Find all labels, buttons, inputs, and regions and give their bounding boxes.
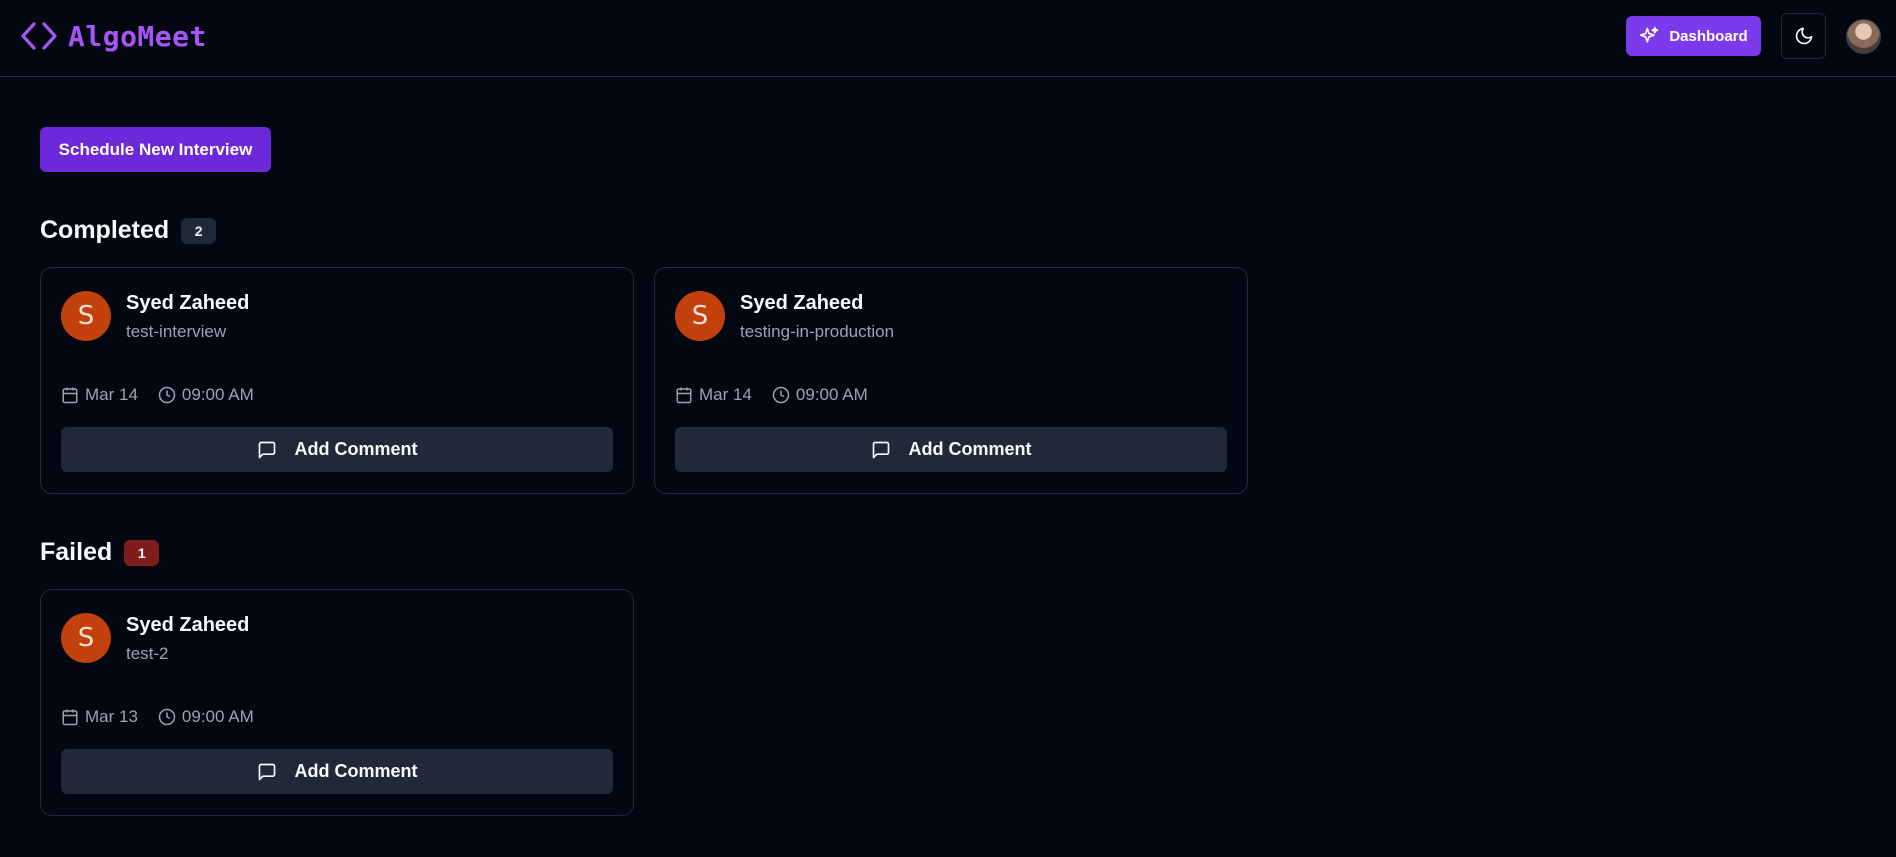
add-comment-label: Add Comment bbox=[294, 439, 418, 459]
candidate-name: Syed Zaheed bbox=[126, 614, 250, 636]
interview-time: 09:00 AM bbox=[795, 385, 868, 404]
interview-time: 09:00 AM bbox=[181, 707, 254, 726]
interview-meta: Mar 13 09:00 AM bbox=[61, 707, 254, 727]
count-badge: 1 bbox=[124, 539, 160, 566]
calendar-icon bbox=[61, 708, 79, 726]
brand-name: AlgoMeet bbox=[68, 19, 207, 53]
candidate-name: Syed Zaheed bbox=[740, 292, 864, 314]
add-comment-label: Add Comment bbox=[908, 439, 1032, 459]
candidate-avatar: S bbox=[61, 613, 111, 663]
candidate-name: Syed Zaheed bbox=[126, 292, 250, 314]
message-square-icon bbox=[257, 762, 277, 782]
clock-icon bbox=[772, 386, 790, 404]
calendar-icon bbox=[61, 386, 79, 404]
message-square-icon bbox=[257, 440, 277, 460]
section-title: Completed bbox=[40, 216, 170, 244]
brand-logo[interactable]: AlgoMeet bbox=[20, 18, 207, 54]
message-square-icon bbox=[871, 440, 891, 460]
theme-toggle-button[interactable] bbox=[1781, 13, 1826, 59]
count-badge: 2 bbox=[181, 217, 217, 244]
add-comment-button[interactable]: Add Comment bbox=[61, 749, 613, 794]
interview-date: Mar 14 bbox=[699, 385, 752, 404]
interview-meta: Mar 14 09:00 AM bbox=[675, 385, 868, 405]
section-title: Failed bbox=[40, 538, 113, 566]
calendar-icon bbox=[675, 386, 693, 404]
add-comment-button[interactable]: Add Comment bbox=[675, 427, 1227, 472]
interview-time: 09:00 AM bbox=[181, 385, 254, 404]
add-comment-button[interactable]: Add Comment bbox=[61, 427, 613, 472]
dashboard-label: Dashboard bbox=[1669, 27, 1748, 45]
interview-card: S Syed Zaheed test-interview Mar 14 09:0… bbox=[40, 267, 634, 494]
sparkles-icon bbox=[1639, 26, 1659, 46]
candidate-avatar: S bbox=[61, 291, 111, 341]
clock-icon bbox=[158, 386, 176, 404]
interview-title: test-2 bbox=[126, 644, 169, 663]
user-avatar[interactable] bbox=[1846, 19, 1881, 54]
interview-date: Mar 14 bbox=[85, 385, 138, 404]
add-comment-label: Add Comment bbox=[294, 761, 418, 781]
section-failed-header: Failed 1 bbox=[40, 538, 160, 567]
top-navbar: AlgoMeet Dashboard bbox=[0, 0, 1896, 77]
schedule-new-interview-button[interactable]: Schedule New Interview bbox=[40, 127, 271, 172]
moon-icon bbox=[1794, 26, 1814, 46]
interview-meta: Mar 14 09:00 AM bbox=[61, 385, 254, 405]
code-brackets-icon bbox=[20, 18, 58, 54]
interview-card: S Syed Zaheed testing-in-production Mar … bbox=[654, 267, 1248, 494]
interview-date: Mar 13 bbox=[85, 707, 138, 726]
dashboard-button[interactable]: Dashboard bbox=[1626, 16, 1761, 56]
candidate-avatar: S bbox=[675, 291, 725, 341]
interview-title: testing-in-production bbox=[740, 322, 895, 341]
interview-title: test-interview bbox=[126, 322, 227, 341]
interview-card: S Syed Zaheed test-2 Mar 13 09:00 AM Add… bbox=[40, 589, 634, 816]
section-completed-header: Completed 2 bbox=[40, 216, 217, 245]
clock-icon bbox=[158, 708, 176, 726]
